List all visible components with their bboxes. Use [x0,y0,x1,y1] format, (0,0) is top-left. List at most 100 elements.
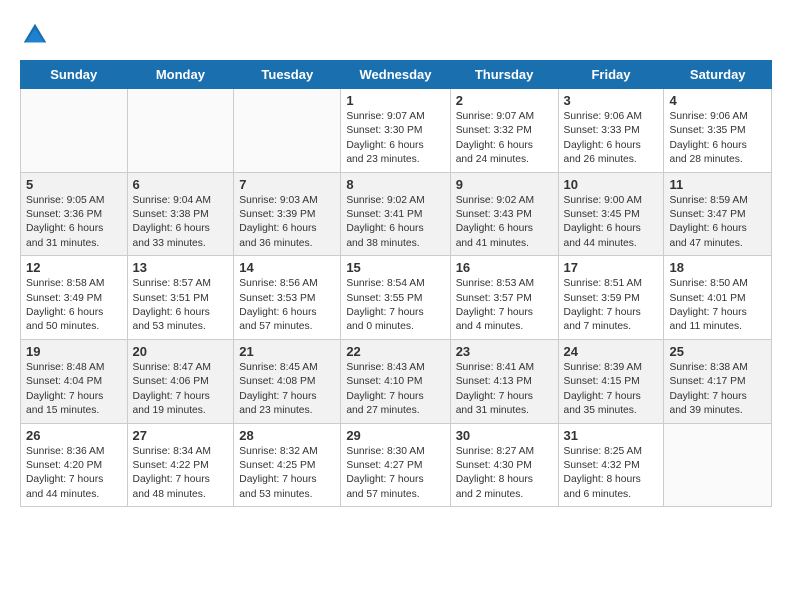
day-number: 27 [133,428,229,443]
day-info: Sunrise: 8:51 AM Sunset: 3:59 PM Dayligh… [564,277,659,335]
calendar-header-row: SundayMondayTuesdayWednesdayThursdayFrid… [21,61,772,89]
day-info: Sunrise: 8:54 AM Sunset: 3:55 PM Dayligh… [346,277,444,335]
calendar-cell [664,423,772,507]
calendar-cell [127,89,234,173]
day-number: 4 [669,93,766,108]
day-info: Sunrise: 8:50 AM Sunset: 4:01 PM Dayligh… [669,277,766,335]
day-info: Sunrise: 8:41 AM Sunset: 4:13 PM Dayligh… [456,361,553,419]
day-number: 5 [26,177,122,192]
calendar-cell: 19 Sunrise: 8:48 AM Sunset: 4:04 PM Dayli… [21,339,128,423]
day-number: 20 [133,344,229,359]
calendar-cell: 12 Sunrise: 8:58 AM Sunset: 3:49 PM Dayli… [21,256,128,340]
column-header-friday: Friday [558,61,664,89]
day-info: Sunrise: 9:00 AM Sunset: 3:45 PM Dayligh… [564,194,659,252]
day-info: Sunrise: 8:53 AM Sunset: 3:57 PM Dayligh… [456,277,553,335]
day-info: Sunrise: 8:57 AM Sunset: 3:51 PM Dayligh… [133,277,229,335]
calendar-cell: 30 Sunrise: 8:27 AM Sunset: 4:30 PM Dayli… [450,423,558,507]
calendar-cell: 13 Sunrise: 8:57 AM Sunset: 3:51 PM Dayli… [127,256,234,340]
calendar-cell: 4 Sunrise: 9:06 AM Sunset: 3:35 PM Daylig… [664,89,772,173]
day-info: Sunrise: 9:06 AM Sunset: 3:35 PM Dayligh… [669,110,766,168]
day-number: 6 [133,177,229,192]
day-info: Sunrise: 9:06 AM Sunset: 3:33 PM Dayligh… [564,110,659,168]
column-header-sunday: Sunday [21,61,128,89]
day-number: 2 [456,93,553,108]
day-number: 15 [346,260,444,275]
calendar-cell: 20Sunrise: 8:47 AM Sunset: 4:06 PM Dayli… [127,339,234,423]
calendar-cell: 21 Sunrise: 8:45 AM Sunset: 4:08 PM Dayli… [234,339,341,423]
day-info: Sunrise: 8:45 AM Sunset: 4:08 PM Dayligh… [239,361,335,419]
day-info: Sunrise: 8:43 AM Sunset: 4:10 PM Dayligh… [346,361,444,419]
day-info: Sunrise: 8:39 AM Sunset: 4:15 PM Dayligh… [564,361,659,419]
day-info: Sunrise: 8:30 AM Sunset: 4:27 PM Dayligh… [346,445,444,503]
day-number: 29 [346,428,444,443]
day-info: Sunrise: 9:07 AM Sunset: 3:30 PM Dayligh… [346,110,444,168]
day-info: Sunrise: 8:25 AM Sunset: 4:32 PM Dayligh… [564,445,659,503]
day-number: 23 [456,344,553,359]
calendar-cell: 6 Sunrise: 9:04 AM Sunset: 3:38 PM Daylig… [127,172,234,256]
day-info: Sunrise: 9:07 AM Sunset: 3:32 PM Dayligh… [456,110,553,168]
day-number: 14 [239,260,335,275]
day-number: 12 [26,260,122,275]
day-number: 1 [346,93,444,108]
column-header-saturday: Saturday [664,61,772,89]
calendar-cell: 16 Sunrise: 8:53 AM Sunset: 3:57 PM Dayli… [450,256,558,340]
day-info: Sunrise: 8:32 AM Sunset: 4:25 PM Dayligh… [239,445,335,503]
day-number: 22 [346,344,444,359]
day-info: Sunrise: 8:38 AM Sunset: 4:17 PM Dayligh… [669,361,766,419]
day-info: Sunrise: 8:48 AM Sunset: 4:04 PM Dayligh… [26,361,122,419]
calendar: SundayMondayTuesdayWednesdayThursdayFrid… [20,60,772,507]
day-number: 18 [669,260,766,275]
day-number: 7 [239,177,335,192]
day-number: 10 [564,177,659,192]
calendar-cell: 27 Sunrise: 8:34 AM Sunset: 4:22 PM Dayli… [127,423,234,507]
day-number: 24 [564,344,659,359]
day-number: 13 [133,260,229,275]
calendar-cell: 31 Sunrise: 8:25 AM Sunset: 4:32 PM Dayli… [558,423,664,507]
day-info: Sunrise: 8:34 AM Sunset: 4:22 PM Dayligh… [133,445,229,503]
day-info: Sunrise: 8:59 AM Sunset: 3:47 PM Dayligh… [669,194,766,252]
calendar-cell: 17 Sunrise: 8:51 AM Sunset: 3:59 PM Dayli… [558,256,664,340]
calendar-cell: 23 Sunrise: 8:41 AM Sunset: 4:13 PM Dayli… [450,339,558,423]
day-info: Sunrise: 8:36 AM Sunset: 4:20 PM Dayligh… [26,445,122,503]
calendar-cell: 24 Sunrise: 8:39 AM Sunset: 4:15 PM Dayli… [558,339,664,423]
day-number: 30 [456,428,553,443]
calendar-cell: 14 Sunrise: 8:56 AM Sunset: 3:53 PM Dayli… [234,256,341,340]
calendar-cell: 10 Sunrise: 9:00 AM Sunset: 3:45 PM Dayli… [558,172,664,256]
day-number: 3 [564,93,659,108]
day-info: Sunrise: 9:04 AM Sunset: 3:38 PM Dayligh… [133,194,229,252]
calendar-cell: 29 Sunrise: 8:30 AM Sunset: 4:27 PM Dayli… [341,423,450,507]
calendar-cell: 9 Sunrise: 9:02 AM Sunset: 3:43 PM Daylig… [450,172,558,256]
day-number: 28 [239,428,335,443]
column-header-thursday: Thursday [450,61,558,89]
calendar-cell: 1 Sunrise: 9:07 AM Sunset: 3:30 PM Daylig… [341,89,450,173]
day-number: 8 [346,177,444,192]
calendar-week-row: 19 Sunrise: 8:48 AM Sunset: 4:04 PM Dayli… [21,339,772,423]
calendar-cell: 5 Sunrise: 9:05 AM Sunset: 3:36 PM Daylig… [21,172,128,256]
calendar-cell: 26Sunrise: 8:36 AM Sunset: 4:20 PM Dayli… [21,423,128,507]
day-info: Sunrise: 8:27 AM Sunset: 4:30 PM Dayligh… [456,445,553,503]
calendar-cell: 28 Sunrise: 8:32 AM Sunset: 4:25 PM Dayli… [234,423,341,507]
calendar-cell [234,89,341,173]
day-info: Sunrise: 8:58 AM Sunset: 3:49 PM Dayligh… [26,277,122,335]
day-number: 31 [564,428,659,443]
calendar-cell: 7Sunrise: 9:03 AM Sunset: 3:39 PM Daylig… [234,172,341,256]
logo [20,20,54,50]
day-info: Sunrise: 9:05 AM Sunset: 3:36 PM Dayligh… [26,194,122,252]
day-number: 19 [26,344,122,359]
logo-icon [20,20,50,50]
column-header-monday: Monday [127,61,234,89]
day-number: 21 [239,344,335,359]
day-number: 17 [564,260,659,275]
day-info: Sunrise: 8:56 AM Sunset: 3:53 PM Dayligh… [239,277,335,335]
calendar-cell: 3 Sunrise: 9:06 AM Sunset: 3:33 PM Daylig… [558,89,664,173]
column-header-wednesday: Wednesday [341,61,450,89]
calendar-cell [21,89,128,173]
calendar-cell: 22 Sunrise: 8:43 AM Sunset: 4:10 PM Dayli… [341,339,450,423]
day-info: Sunrise: 9:02 AM Sunset: 3:41 PM Dayligh… [346,194,444,252]
calendar-cell: 18 Sunrise: 8:50 AM Sunset: 4:01 PM Dayli… [664,256,772,340]
calendar-cell: 25Sunrise: 8:38 AM Sunset: 4:17 PM Dayli… [664,339,772,423]
day-number: 16 [456,260,553,275]
day-number: 9 [456,177,553,192]
day-number: 11 [669,177,766,192]
day-info: Sunrise: 9:02 AM Sunset: 3:43 PM Dayligh… [456,194,553,252]
